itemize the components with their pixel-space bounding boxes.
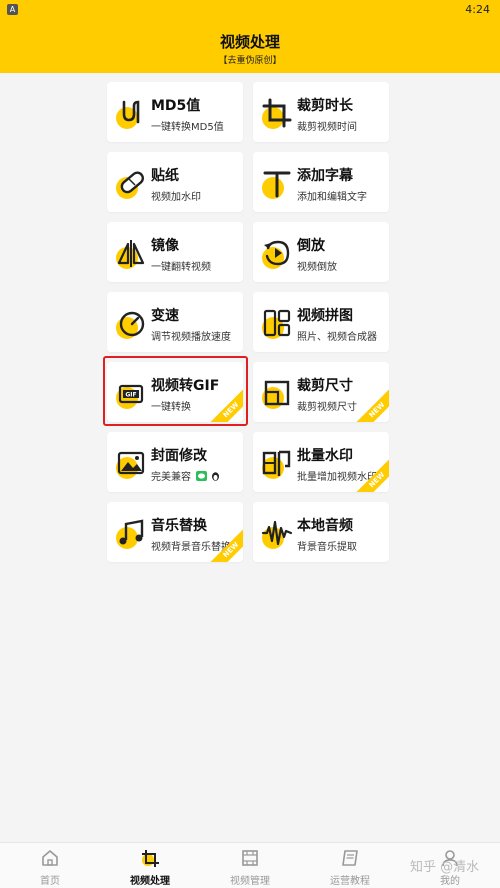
tool-title: 倒放 (297, 238, 325, 254)
tool-card-reverse[interactable]: 倒放 视频倒放 (253, 222, 389, 282)
tab-tutorial[interactable]: 运营教程 (300, 843, 400, 888)
tool-card-crop-size[interactable]: 裁剪尺寸 裁剪视频尺寸 NEW (253, 362, 389, 422)
tool-subtitle: 裁剪视频尺寸 (297, 402, 357, 413)
wechat-icon (196, 471, 208, 481)
home-icon (40, 848, 60, 868)
tool-subtitle: 视频倒放 (297, 262, 337, 273)
tool-card-collage[interactable]: 视频拼图 照片、视频合成器 (253, 292, 389, 352)
sticker-icon (114, 166, 148, 200)
tool-title: 贴纸 (151, 168, 179, 184)
tool-card-add-subtitle[interactable]: 添加字幕 添加和编辑文字 (253, 152, 389, 212)
tool-card-music-replace[interactable]: 音乐替换 视频背景音乐替换 NEW (107, 502, 243, 562)
app-notification-icon: A (7, 4, 18, 15)
tool-subtitle: 照片、视频合成器 (297, 332, 377, 343)
tool-title: 镜像 (151, 238, 179, 254)
text-icon (260, 166, 294, 200)
tool-title: 变速 (151, 308, 179, 324)
tab-home[interactable]: 首页 (0, 843, 100, 888)
tool-title: 批量水印 (297, 448, 353, 464)
speed-icon (114, 306, 148, 340)
tool-card-sticker[interactable]: 贴纸 视频加水印 (107, 152, 243, 212)
reverse-play-icon (260, 236, 294, 270)
tab-label: 视频管理 (230, 876, 270, 887)
tool-subtitle-row: 完美兼容 (151, 468, 220, 483)
highlight-box (103, 356, 248, 426)
tab-video-process[interactable]: 视频处理 (100, 843, 200, 888)
tool-title: 添加字幕 (297, 168, 353, 184)
tool-title: 本地音频 (297, 518, 353, 534)
page-title: 视频处理 (219, 33, 280, 51)
tab-video-manage[interactable]: 视频管理 (200, 843, 300, 888)
tool-title: 音乐替换 (151, 518, 207, 534)
tab-label: 视频处理 (130, 876, 170, 887)
waveform-icon (260, 516, 294, 550)
tool-subtitle: 批量增加视频水印 (297, 472, 377, 483)
tool-subtitle: 一键转换MD5值 (151, 122, 224, 133)
qq-penguin-icon (212, 472, 220, 481)
video-process-icon (140, 848, 160, 868)
tab-label: 首页 (40, 876, 60, 887)
crop-duration-icon (260, 96, 294, 130)
tab-label: 运营教程 (330, 876, 370, 887)
md5-icon (114, 96, 148, 130)
tool-subtitle: 视频背景音乐替换 (151, 542, 231, 553)
music-note-icon (114, 516, 148, 550)
tool-card-local-audio[interactable]: 本地音频 背景音乐提取 (253, 502, 389, 562)
tool-subtitle: 背景音乐提取 (297, 542, 357, 553)
tool-title: 裁剪尺寸 (297, 378, 353, 394)
crop-size-icon (260, 376, 294, 410)
tool-card-mirror[interactable]: 镜像 一键翻转视频 (107, 222, 243, 282)
tool-card-crop-duration[interactable]: 裁剪时长 裁剪视频时间 (253, 82, 389, 142)
tool-subtitle: 调节视频播放速度 (151, 332, 231, 343)
status-bar: A 4:24 (0, 0, 500, 20)
batch-watermark-icon (260, 446, 294, 480)
book-icon (340, 848, 360, 868)
tool-card-cover-edit[interactable]: 封面修改 完美兼容 (107, 432, 243, 492)
tool-title: MD5值 (151, 98, 201, 114)
tool-title: 封面修改 (151, 448, 207, 464)
mirror-icon (114, 236, 148, 270)
tool-subtitle: 裁剪视频时间 (297, 122, 357, 133)
tool-title: 视频拼图 (297, 308, 353, 324)
tool-subtitle: 完美兼容 (151, 472, 191, 483)
tool-subtitle: 视频加水印 (151, 192, 201, 203)
collage-icon (260, 306, 294, 340)
cover-image-icon (114, 446, 148, 480)
page-subtitle: 【去重伪原创】 (218, 56, 282, 66)
tool-card-speed[interactable]: 变速 调节视频播放速度 (107, 292, 243, 352)
page-header: 视频处理 【去重伪原创】 (0, 20, 500, 73)
tool-card-batch-watermark[interactable]: 批量水印 批量增加视频水印 NEW (253, 432, 389, 492)
tool-card-md5[interactable]: MD5值 一键转换MD5值 (107, 82, 243, 142)
watermark-text: 知乎 @清水 (410, 860, 480, 875)
tool-title: 裁剪时长 (297, 98, 353, 114)
status-time: 4:24 (465, 3, 490, 16)
film-icon (240, 848, 260, 868)
tool-subtitle: 一键翻转视频 (151, 262, 211, 273)
tool-subtitle: 添加和编辑文字 (297, 192, 367, 203)
new-badge: NEW (354, 387, 389, 422)
